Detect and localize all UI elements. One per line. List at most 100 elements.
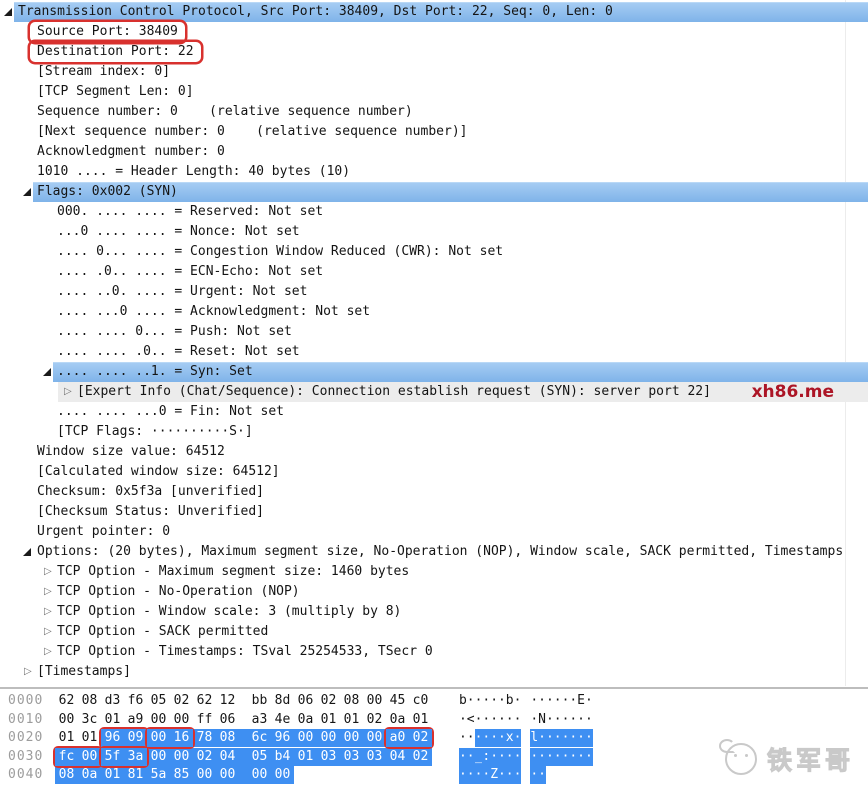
hex-bytes[interactable]: 00 3c 01 a9 00 00 ff 06 a3 4e 0a 01 01 02 0a 01	[55, 711, 432, 729]
hex-byte[interactable]: a0	[386, 729, 409, 747]
tree-row[interactable]: .... ...0 .... = Acknowledgment: Not set	[0, 302, 868, 322]
hex-byte[interactable]: 01	[101, 711, 124, 729]
tree-row[interactable]: Window size value: 64512	[0, 442, 868, 462]
tree-row[interactable]: .... .... ..1. = Syn: Set	[0, 362, 868, 382]
hex-byte[interactable]: 04	[386, 747, 409, 766]
tree-row[interactable]: ▷ TCP Option - No-Operation (NOP)	[0, 582, 868, 602]
hex-bytes[interactable]: 01 01 96 09 00 16 78 08 6c 96 00 00 00 00 a0 02	[55, 729, 432, 747]
hex-byte[interactable]: 02	[363, 711, 386, 729]
tree-row[interactable]: [Stream index: 0]	[0, 62, 868, 82]
hex-byte[interactable]: 8d	[271, 692, 294, 710]
hex-byte[interactable]: 00	[193, 766, 216, 784]
hex-byte[interactable]: 62	[193, 692, 216, 710]
hex-byte[interactable]: 12	[216, 692, 239, 710]
hex-byte[interactable]: 06	[216, 711, 239, 729]
hex-byte[interactable]: 02	[170, 692, 193, 710]
hex-bytes[interactable]: 08 0a 01 81 5a 85 00 00 00 00	[55, 766, 294, 784]
hex-byte[interactable]: f6	[124, 692, 147, 710]
hex-byte[interactable]: 3a	[124, 747, 147, 766]
hex-byte[interactable]: 01	[55, 729, 78, 747]
expander-collapsed-icon[interactable]: ▷	[44, 642, 52, 662]
hex-byte[interactable]: a9	[124, 711, 147, 729]
hex-bytes[interactable]: fc 00 5f 3a 00 00 02 04 05 b4 01 03 03 03 04 02	[55, 747, 432, 766]
hex-byte[interactable]: 16	[170, 729, 193, 747]
hex-byte[interactable]: 00	[363, 729, 386, 747]
hex-byte[interactable]: 00	[216, 766, 239, 784]
hex-byte[interactable]: 01	[317, 711, 340, 729]
tree-row[interactable]: ▷ [Expert Info (Chat/Sequence): Connectio…	[0, 382, 868, 402]
expander-collapsed-icon[interactable]: ▷	[44, 582, 52, 602]
expander-collapsed-icon[interactable]: ▷	[44, 602, 52, 622]
hex-byte[interactable]: 6c	[239, 729, 271, 747]
hex-byte[interactable]: 01	[294, 747, 317, 766]
tree-row[interactable]: Transmission Control Protocol, Src Port:…	[0, 2, 868, 22]
hex-byte[interactable]: 96	[271, 729, 294, 747]
tree-row[interactable]: ▷ TCP Option - SACK permitted	[0, 622, 868, 642]
hex-byte[interactable]: 08	[216, 729, 239, 747]
tree-row[interactable]: ▷ [Timestamps]	[0, 662, 868, 682]
expander-collapsed-icon[interactable]: ▷	[64, 382, 72, 402]
hex-byte[interactable]: 5f	[101, 747, 124, 766]
tree-row[interactable]: Destination Port: 22	[0, 42, 868, 62]
hex-byte[interactable]: 78	[193, 729, 216, 747]
tree-row[interactable]: .... .... 0... = Push: Not set	[0, 322, 868, 342]
hex-byte[interactable]: 3c	[78, 711, 101, 729]
tree-row[interactable]: ...0 .... .... = Nonce: Not set	[0, 222, 868, 242]
hex-byte[interactable]: 03	[340, 747, 363, 766]
hex-byte[interactable]: bb	[239, 692, 271, 710]
hex-byte[interactable]: 02	[409, 729, 432, 747]
hex-byte[interactable]: 81	[124, 766, 147, 784]
hex-byte[interactable]: 00	[340, 729, 363, 747]
hex-byte[interactable]: 02	[193, 747, 216, 766]
hex-byte[interactable]: 00	[170, 711, 193, 729]
hex-byte[interactable]: 06	[294, 692, 317, 710]
hex-byte[interactable]: 0a	[78, 766, 101, 784]
hex-byte[interactable]: 08	[55, 766, 78, 784]
hex-byte[interactable]: 01	[409, 711, 432, 729]
hex-byte[interactable]: 00	[363, 692, 386, 710]
hex-byte[interactable]: c0	[409, 692, 432, 710]
expander-expanded-icon[interactable]	[43, 368, 51, 376]
hex-byte[interactable]: 00	[78, 747, 101, 766]
hex-byte[interactable]: ff	[193, 711, 216, 729]
tree-row[interactable]: .... 0... .... = Congestion Window Reduc…	[0, 242, 868, 262]
expander-collapsed-icon[interactable]: ▷	[44, 562, 52, 582]
hex-byte[interactable]: 85	[170, 766, 193, 784]
hex-byte[interactable]: 02	[409, 747, 432, 766]
hex-byte[interactable]: 00	[294, 729, 317, 747]
tree-row[interactable]: Checksum: 0x5f3a [unverified]	[0, 482, 868, 502]
expander-expanded-icon[interactable]	[4, 8, 12, 16]
hex-byte[interactable]: 01	[101, 766, 124, 784]
hex-byte[interactable]: fc	[55, 747, 78, 766]
hex-bytes[interactable]: 62 08 d3 f6 05 02 62 12 bb 8d 06 02 08 00 45 c0	[55, 692, 432, 710]
hex-byte[interactable]: 00	[271, 766, 294, 784]
hex-byte[interactable]: 04	[216, 747, 239, 766]
hex-byte[interactable]: 4e	[271, 711, 294, 729]
expander-expanded-icon[interactable]	[23, 188, 31, 196]
hex-byte[interactable]: 08	[340, 692, 363, 710]
tree-row[interactable]: Sequence number: 0 (relative sequence nu…	[0, 102, 868, 122]
tree-row[interactable]: Urgent pointer: 0	[0, 522, 868, 542]
hex-byte[interactable]: 05	[147, 692, 170, 710]
ascii-column[interactable]: ····Z··· ··	[459, 766, 546, 790]
hex-byte[interactable]: 01	[78, 729, 101, 747]
tree-row[interactable]: .... .... .0.. = Reset: Not set	[0, 342, 868, 362]
tree-row[interactable]: Acknowledgment number: 0	[0, 142, 868, 162]
expander-collapsed-icon[interactable]: ▷	[24, 662, 32, 682]
tree-row[interactable]: [Checksum Status: Unverified]	[0, 502, 868, 522]
tree-row[interactable]: 000. .... .... = Reserved: Not set	[0, 202, 868, 222]
tree-row[interactable]: .... .0.. .... = ECN-Echo: Not set	[0, 262, 868, 282]
tree-row[interactable]: ▷ TCP Option - Timestamps: TSval 25254533…	[0, 642, 868, 662]
hex-byte[interactable]: 09	[124, 729, 147, 747]
hex-byte[interactable]: 03	[363, 747, 386, 766]
tree-row[interactable]: .... ..0. .... = Urgent: Not set	[0, 282, 868, 302]
hex-byte[interactable]: 0a	[386, 711, 409, 729]
hex-byte[interactable]: 00	[147, 747, 170, 766]
hex-byte[interactable]: 01	[340, 711, 363, 729]
tree-row[interactable]: ▷ TCP Option - Maximum segment size: 1460…	[0, 562, 868, 582]
hex-byte[interactable]: 00	[170, 747, 193, 766]
tree-row[interactable]: [TCP Flags: ··········S·]	[0, 422, 868, 442]
hex-byte[interactable]: b4	[271, 747, 294, 766]
hex-byte[interactable]: 96	[101, 729, 124, 747]
hex-byte[interactable]: 5a	[147, 766, 170, 784]
